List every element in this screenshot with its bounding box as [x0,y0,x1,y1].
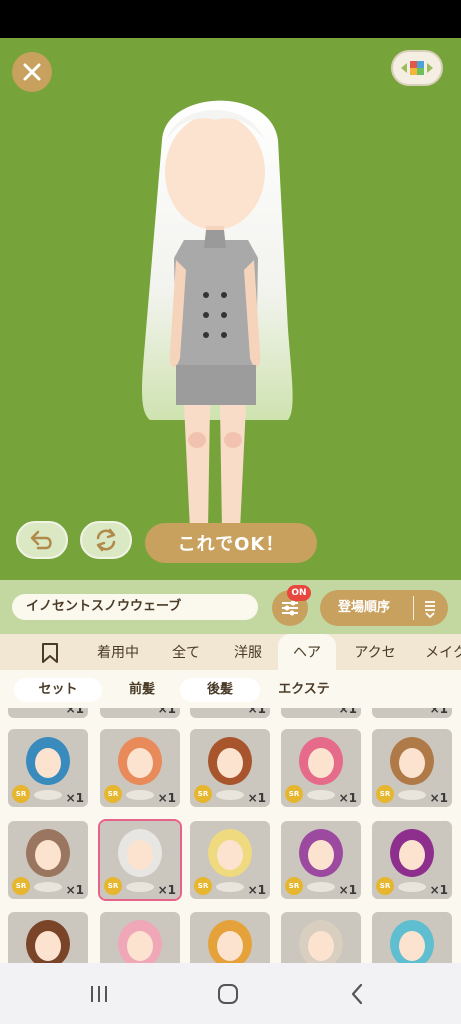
bookmark-icon[interactable] [38,642,62,664]
tab-all[interactable]: 全て [160,634,212,670]
rotate-icon [96,528,116,552]
nav-recents-button[interactable] [84,981,114,1007]
rarity-badge: SR [376,785,394,803]
sort-divider [413,596,414,620]
tab-accessory[interactable]: アクセ [344,634,406,670]
rotate-button[interactable] [80,521,132,559]
category-tabs: 着用中 全て 洋服 ヘア アクセ メイク [0,634,461,670]
hair-item-cell[interactable]: SR ×1 [8,821,88,899]
avatar-figure [142,100,293,543]
item-quantity: ×1 [429,883,448,897]
item-quantity: ×1 [247,883,266,897]
sliders-icon [282,600,298,616]
item-toolbar: イノセントスノウウェーブ ON 登場順序 [0,580,461,634]
nav-back-button[interactable] [342,981,372,1007]
tab-clothes[interactable]: 洋服 [222,634,274,670]
hair-item-cell[interactable] [281,912,361,963]
item-quantity: ×1 [247,708,266,716]
rarity-badge: SR [285,877,303,895]
hair-item-cell[interactable]: SR ×1 [281,821,361,899]
subtab-set[interactable]: セット [14,678,102,702]
tab-makeup[interactable]: メイク [418,634,461,670]
filter-on-badge: ON [287,585,311,601]
hair-item-cell[interactable]: SR ×1 [372,729,452,807]
hair-item-cell[interactable]: SR ×1 [100,729,180,807]
tab-wearing[interactable]: 着用中 [86,634,150,670]
hair-portrait [299,920,343,963]
partial-item-cell[interactable]: ×1 [100,708,180,718]
partial-item-cell[interactable]: ×1 [372,708,452,718]
hair-item-cell[interactable]: SR ×1 [190,729,270,807]
subtab-back-hair[interactable]: 後髪 [180,678,260,702]
subtab-extension[interactable]: エクステ [266,678,342,702]
close-icon [23,63,41,81]
avatar-stage: これでOK！ [0,38,461,580]
recents-icon [91,986,107,1002]
hair-portrait [208,920,252,963]
undo-button[interactable] [16,521,68,559]
hair-subtabs: セット 前髪 後髪 エクステ [0,670,461,708]
rarity-badge: SR [194,785,212,803]
nav-home-button[interactable] [213,981,243,1007]
item-name-field[interactable]: イノセントスノウウェーブ [12,594,258,620]
hair-item-cell[interactable] [8,912,88,963]
item-quantity: ×1 [338,708,357,716]
subtab-bangs[interactable]: 前髪 [112,678,172,702]
partial-item-cell[interactable]: ×1 [281,708,361,718]
item-quantity: ×1 [65,791,84,805]
close-button[interactable] [12,52,52,92]
rarity-badge: SR [12,785,30,803]
item-quantity: ×1 [157,708,176,716]
tab-hair[interactable]: ヘア [278,634,336,670]
hair-item-cell-selected[interactable]: SR ×1 [98,819,182,901]
sort-icon [425,601,435,618]
rarity-badge: SR [104,877,122,895]
confirm-ok-button[interactable]: これでOK！ [145,523,317,563]
rarity-badge: SR [376,877,394,895]
partial-item-cell[interactable]: ×1 [190,708,270,718]
system-nav-bar [0,963,461,1024]
rarity-badge: SR [285,785,303,803]
hair-portrait [390,920,434,963]
item-quantity: ×1 [65,883,84,897]
rarity-badge: SR [194,877,212,895]
hair-portrait [26,920,70,963]
back-icon [351,983,363,1005]
item-quantity: ×1 [65,708,84,716]
hair-portrait [118,920,162,963]
hair-item-cell[interactable]: SR ×1 [190,821,270,899]
hair-item-cell[interactable]: SR ×1 [8,729,88,807]
sort-button[interactable]: 登場順序 [320,590,448,626]
partial-item-cell[interactable]: ×1 [8,708,88,718]
sort-label: 登場順序 [338,600,391,615]
status-bar [0,0,461,38]
item-quantity: ×1 [247,791,266,805]
item-quantity: ×1 [338,791,357,805]
hair-item-cell[interactable] [190,912,270,963]
hair-item-cell[interactable] [100,912,180,963]
hair-item-cell[interactable]: SR ×1 [281,729,361,807]
item-quantity: ×1 [429,708,448,716]
palette-icon [401,61,433,75]
palette-button[interactable] [391,50,443,86]
item-quantity: ×1 [157,883,176,897]
item-quantity: ×1 [429,791,448,805]
hair-item-grid: ×1 ×1 ×1 ×1 ×1 SR ×1 SR ×1 SR ×1 SR ×1 S… [0,708,461,963]
undo-icon [30,530,52,550]
item-quantity: ×1 [157,791,176,805]
home-icon [218,984,238,1004]
hair-item-cell[interactable] [372,912,452,963]
hair-item-cell[interactable]: SR ×1 [372,821,452,899]
rarity-badge: SR [12,877,30,895]
rarity-badge: SR [104,785,122,803]
item-quantity: ×1 [338,883,357,897]
